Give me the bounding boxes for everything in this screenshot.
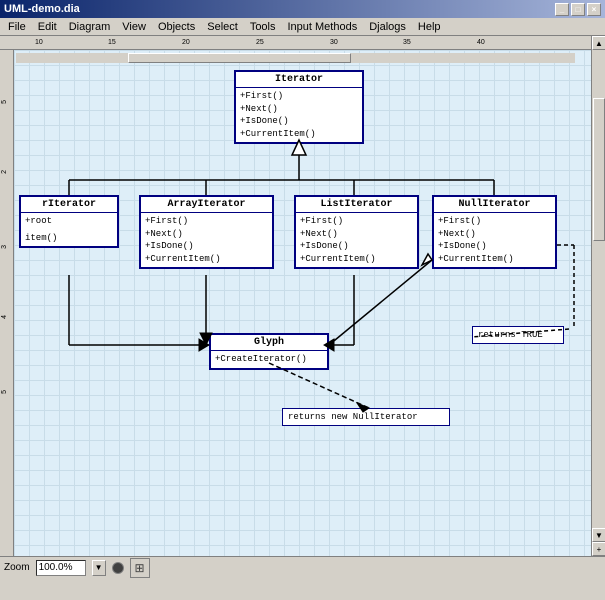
class-iterator-methods: +First() +Next() +IsDone() +CurrentItem(… (236, 88, 362, 142)
close-button[interactable]: × (587, 3, 601, 16)
menu-objects[interactable]: Objects (152, 20, 201, 34)
note-returns-true: returns TRUE (472, 326, 564, 344)
class-riterator-name: rIterator (21, 197, 117, 213)
zoom-value[interactable]: 100.0% (36, 560, 86, 576)
class-array-iterator[interactable]: ArrayIterator +First() +Next() +IsDone()… (139, 195, 274, 269)
status-dot (112, 562, 124, 574)
vertical-scrollbar[interactable]: ▲ ▼ + (591, 36, 605, 556)
class-list-iterator-name: ListIterator (296, 197, 417, 213)
class-array-iterator-name: ArrayIterator (141, 197, 272, 213)
vscroll-track[interactable] (592, 50, 605, 528)
class-null-iterator-methods: +First() +Next() +IsDone() +CurrentItem(… (434, 213, 555, 267)
canvas[interactable]: Iterator +First() +Next() +IsDone() +Cur… (14, 50, 591, 556)
ruler-tick-10: 10 (35, 39, 43, 46)
statusbar: Zoom 100.0% ▼ ⊞ (0, 556, 605, 578)
scroll-corner: + (592, 542, 605, 556)
ruler-v-5b: 5 (1, 390, 8, 394)
menubar: File Edit Diagram View Objects Select To… (0, 18, 605, 36)
vscroll-thumb[interactable] (593, 98, 605, 241)
hscroll-track[interactable] (16, 53, 575, 63)
hscroll-thumb[interactable] (128, 53, 352, 63)
class-iterator-name: Iterator (236, 72, 362, 88)
class-riterator[interactable]: rIterator +root item() (19, 195, 119, 248)
ruler-v-5: 5 (1, 100, 8, 104)
class-list-iterator-methods: +First() +Next() +IsDone() +CurrentItem(… (296, 213, 417, 267)
menu-djalogs[interactable]: Djalogs (363, 20, 412, 34)
menu-view[interactable]: View (116, 20, 152, 34)
ruler-tick-15: 15 (108, 39, 116, 46)
class-list-iterator[interactable]: ListIterator +First() +Next() +IsDone() … (294, 195, 419, 269)
title-text: UML-demo.dia (4, 3, 80, 15)
ruler-tick-25: 25 (256, 39, 264, 46)
ruler-tick-40: 40 (477, 39, 485, 46)
scroll-up-button[interactable]: ▲ (592, 36, 605, 50)
ruler-left: 5 2 3 4 5 (0, 50, 14, 556)
horizontal-scrollbar[interactable]: ◄ ► (0, 50, 591, 64)
class-null-iterator[interactable]: NullIterator +First() +Next() +IsDone() … (432, 195, 557, 269)
menu-diagram[interactable]: Diagram (63, 20, 117, 34)
zoom-label: Zoom (4, 562, 30, 573)
class-glyph-methods: +CreateIterator() (211, 351, 327, 368)
class-riterator-methods: +root item() (21, 213, 117, 246)
zoom-dropdown[interactable]: ▼ (92, 560, 106, 576)
class-glyph[interactable]: Glyph +CreateIterator() (209, 333, 329, 370)
class-glyph-name: Glyph (211, 335, 327, 351)
status-icon[interactable]: ⊞ (130, 558, 150, 578)
ruler-tick-20: 20 (182, 39, 190, 46)
menu-tools[interactable]: Tools (244, 20, 282, 34)
ruler-tick-30: 30 (330, 39, 338, 46)
ruler-tick-35: 35 (403, 39, 411, 46)
menu-file[interactable]: File (2, 20, 32, 34)
menu-edit[interactable]: Edit (32, 20, 63, 34)
ruler-v-2: 2 (1, 170, 8, 174)
ruler-v-4: 4 (1, 315, 8, 319)
maximize-button[interactable]: □ (571, 3, 585, 16)
menu-select[interactable]: Select (201, 20, 244, 34)
class-null-iterator-name: NullIterator (434, 197, 555, 213)
menu-help[interactable]: Help (412, 20, 447, 34)
ruler-top: 10 15 20 25 30 35 40 (0, 36, 591, 50)
minimize-button[interactable]: _ (555, 3, 569, 16)
ruler-v-3: 3 (1, 245, 8, 249)
scroll-down-button[interactable]: ▼ (592, 528, 605, 542)
class-array-iterator-methods: +First() +Next() +IsDone() +CurrentItem(… (141, 213, 272, 267)
canvas-wrap[interactable]: 10 15 20 25 30 35 40 5 2 3 4 5 Iterator … (0, 36, 591, 556)
main-area: 10 15 20 25 30 35 40 5 2 3 4 5 Iterator … (0, 36, 605, 556)
menu-input-methods[interactable]: Input Methods (282, 20, 364, 34)
titlebar: UML-demo.dia _ □ × (0, 0, 605, 18)
class-iterator[interactable]: Iterator +First() +Next() +IsDone() +Cur… (234, 70, 364, 144)
titlebar-controls: _ □ × (555, 3, 601, 16)
note-returns-null: returns new NullIterator (282, 408, 450, 426)
